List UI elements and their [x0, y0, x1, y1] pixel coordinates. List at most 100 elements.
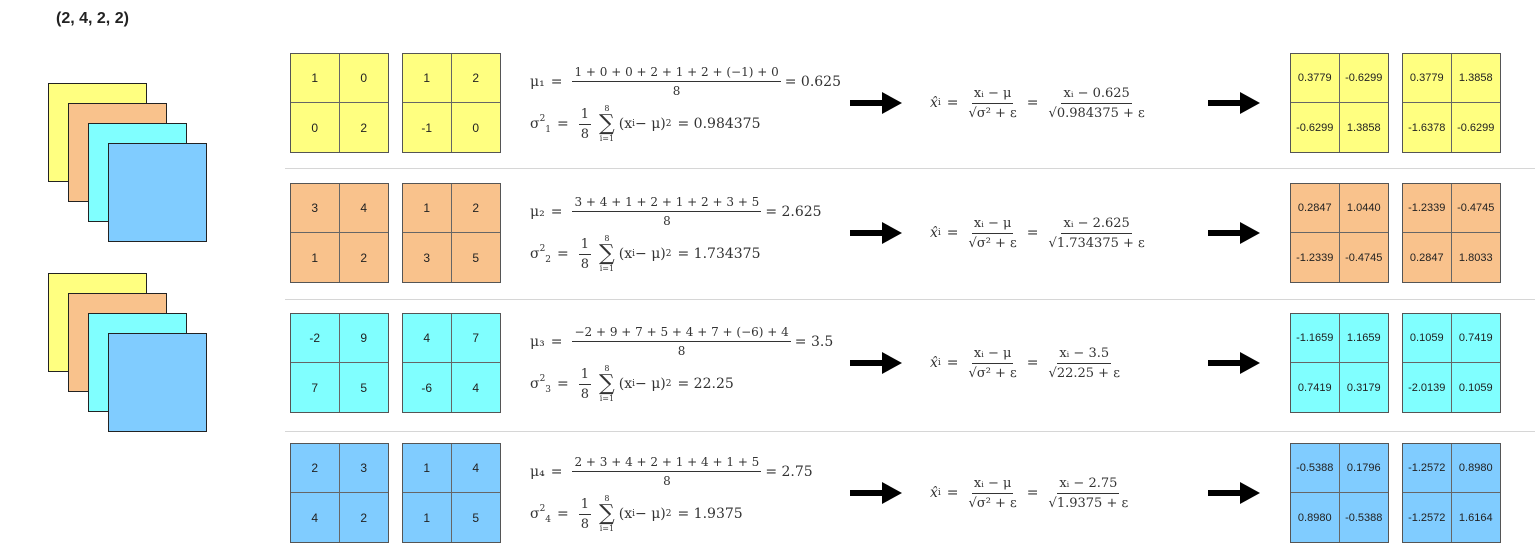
- output-grid-sample-2: -1.2572 0.8980 -1.2572 1.6164: [1402, 443, 1501, 543]
- grid-cell: 0.3179: [1346, 381, 1381, 394]
- numerator-prefix: xᵢ −: [1063, 215, 1093, 231]
- output-grid-sample-2: 0.1059 0.7419 -2.0139 0.1059: [1402, 313, 1501, 413]
- equals-sign: =: [1026, 225, 1039, 241]
- one-over-n-fraction: 18: [578, 497, 592, 532]
- numerator-mean: 2.625: [1092, 215, 1130, 231]
- denominator-variance: 0.984375: [1056, 105, 1119, 121]
- sqrt-symbol: √: [1048, 105, 1057, 121]
- grid-cell: -1.6378: [1403, 103, 1452, 152]
- grid-cell: 1.0440: [1339, 184, 1388, 233]
- equals-sign: =: [550, 333, 563, 350]
- mean-formula: μ₁ = 1 + 0 + 0 + 2 + 1 + 2 + (−1) + 0 8 = 0.…: [530, 65, 841, 98]
- grid-cell: 9: [339, 314, 388, 363]
- equals-sign: =: [946, 95, 959, 111]
- grid-cell: 1.3858: [1451, 54, 1500, 103]
- grid-cell: 0: [472, 120, 480, 135]
- general-numerator: xᵢ − μ: [971, 476, 1014, 494]
- channel-statistics: μ₃ = −2 + 9 + 7 + 5 + 4 + 7 + (−6) + 4 8 = 3…: [530, 313, 840, 413]
- mean-formula: μ₄ = 2 + 3 + 4 + 2 + 1 + 4 + 1 + 5 8 = 2.75: [530, 455, 813, 488]
- one-over-n-fraction: 18: [578, 237, 592, 272]
- grid-cell: 3: [339, 444, 388, 493]
- mean-value: = 2.625: [765, 203, 822, 220]
- grid-cell: 2: [291, 444, 340, 493]
- grid-cell: 5: [360, 380, 368, 395]
- x-hat-symbol: x̂: [930, 95, 938, 111]
- grid-cell: 2: [360, 510, 368, 525]
- input-grid-sample-2: 141 5: [402, 443, 501, 543]
- x-hat-symbol: x̂: [930, 355, 938, 371]
- sqrt-symbol: √: [1048, 365, 1057, 381]
- sum-lower-limit: i=1: [599, 524, 615, 533]
- grid-cell: -1.2339: [1291, 233, 1340, 282]
- grid-cell: -0.6299: [1339, 54, 1388, 103]
- sigma-glyph: ∑: [599, 501, 615, 526]
- grid-cell: 0.3779: [1291, 54, 1340, 103]
- right-arrow-icon: [1208, 92, 1260, 114]
- mean-denominator: 8: [672, 84, 681, 98]
- numeric-normalization-fraction: xᵢ − 2.75 √1.9375 + ε: [1049, 476, 1129, 511]
- mean-formula: μ₂ = 3 + 4 + 1 + 2 + 1 + 2 + 3 + 5 8 = 2.625: [530, 195, 822, 228]
- channel-row-3: -2 9 7 5 4 7 -6 4 μ₃ = −2 + 9 + 7 + 5 + 4 + 7 + (−…: [290, 313, 1534, 413]
- index-subscript: i: [937, 98, 941, 108]
- sqrt-symbol: √: [1048, 235, 1057, 251]
- grid-cell: -2.0139: [1403, 363, 1452, 412]
- fraction-numerator: 1: [578, 497, 592, 515]
- sigma-glyph: ∑: [599, 371, 615, 396]
- grid-cell: -1: [403, 103, 452, 152]
- numerator-mean: 0.625: [1092, 85, 1130, 101]
- grid-cell: 0.2847: [1403, 233, 1452, 282]
- normalization-formula: x̂ i = xᵢ − μ √σ² + ε = xᵢ − 2.75 √1.9375 + ε: [930, 443, 1132, 543]
- variance-superscript: 2: [539, 373, 546, 384]
- general-normalization-fraction: xᵢ − μ √σ² + ε: [969, 86, 1017, 121]
- grid-cell: 1: [291, 233, 340, 282]
- grid-cell: -1.2572: [1403, 493, 1452, 542]
- output-grid-sample-2: -1.2339 -0.4745 0.2847 1.8033: [1402, 183, 1501, 283]
- variance-superscript: 2: [539, 243, 546, 254]
- summation-symbol: 8 ∑ i=1: [599, 105, 615, 143]
- x-hat-symbol: x̂: [930, 225, 938, 241]
- grid-cell: 1: [403, 493, 452, 542]
- mean-fraction: 2 + 3 + 4 + 2 + 1 + 4 + 1 + 5 8: [572, 455, 762, 488]
- output-grid-sample-1: 0.2847 1.0440 -1.2339 -0.4745: [1290, 183, 1389, 283]
- fraction-numerator: 1: [578, 237, 592, 255]
- input-grid-sample-1: 100 2: [290, 53, 389, 153]
- mean-numerator: 1 + 0 + 0 + 2 + 1 + 2 + (−1) + 0: [572, 65, 781, 82]
- grid-cell: 2: [360, 120, 368, 135]
- variance-superscript: 2: [539, 113, 546, 124]
- equals-sign: =: [1026, 485, 1039, 501]
- mean-denominator: 8: [663, 214, 671, 228]
- channel-row-2: 3 4 1 2 1 2 3 5 μ₂ = 3 + 4 + 1 + 2 + 1 + 2 + 3 + 5…: [290, 183, 1534, 283]
- numerator-prefix: xᵢ −: [1059, 345, 1089, 361]
- channel-statistics: μ₄ = 2 + 3 + 4 + 2 + 1 + 4 + 1 + 5 8 = 2.75 σ…: [530, 443, 840, 543]
- minus-mu: − μ): [635, 376, 666, 392]
- grid-cell: 1: [291, 54, 340, 103]
- summation-symbol: 8 ∑ i=1: [599, 365, 615, 403]
- general-denominator: √σ² + ε: [968, 105, 1017, 121]
- numerator-prefix: xᵢ −: [1063, 85, 1093, 101]
- tensor-shape-label: (2, 4, 2, 2): [56, 10, 129, 27]
- general-normalization-fraction: xᵢ − μ √σ² + ε: [969, 216, 1017, 251]
- right-arrow-icon: [850, 92, 902, 114]
- grid-cell: -1.1659: [1291, 314, 1340, 363]
- grid-cell: 0.7419: [1291, 363, 1340, 412]
- variance-symbol: σ23: [530, 373, 552, 395]
- mean-symbol: μ₂: [530, 203, 545, 220]
- mean-symbol: μ₁: [530, 73, 545, 90]
- input-grid-sample-1: 2342: [290, 443, 389, 543]
- equals-sign: =: [946, 355, 959, 371]
- grid-cell: 3: [403, 233, 452, 282]
- grid-cell: 1: [403, 444, 452, 493]
- variance-formula: σ24 = 1 8 8 ∑ i=1 (x i − μ) 2 = 1.9375: [530, 495, 743, 533]
- sqrt-symbol: √: [1048, 495, 1057, 511]
- general-normalization-fraction: xᵢ − μ √σ² + ε: [969, 346, 1017, 381]
- fraction-numerator: 1: [578, 367, 592, 385]
- variance-value: = 0.984375: [677, 116, 761, 132]
- numeric-normalization-fraction: xᵢ − 0.625 √0.984375 + ε: [1049, 86, 1145, 121]
- squared-deviation: (x: [618, 506, 633, 522]
- grid-cell: 5: [472, 250, 480, 265]
- denominator-variance: 1.734375: [1056, 235, 1119, 251]
- variance-formula: σ23 = 1 8 8 ∑ i=1 (x i − μ) 2 = 22.25: [530, 365, 734, 403]
- mean-denominator: 8: [663, 474, 671, 488]
- grid-cell: 4: [451, 444, 500, 493]
- right-arrow-icon: [1208, 222, 1260, 244]
